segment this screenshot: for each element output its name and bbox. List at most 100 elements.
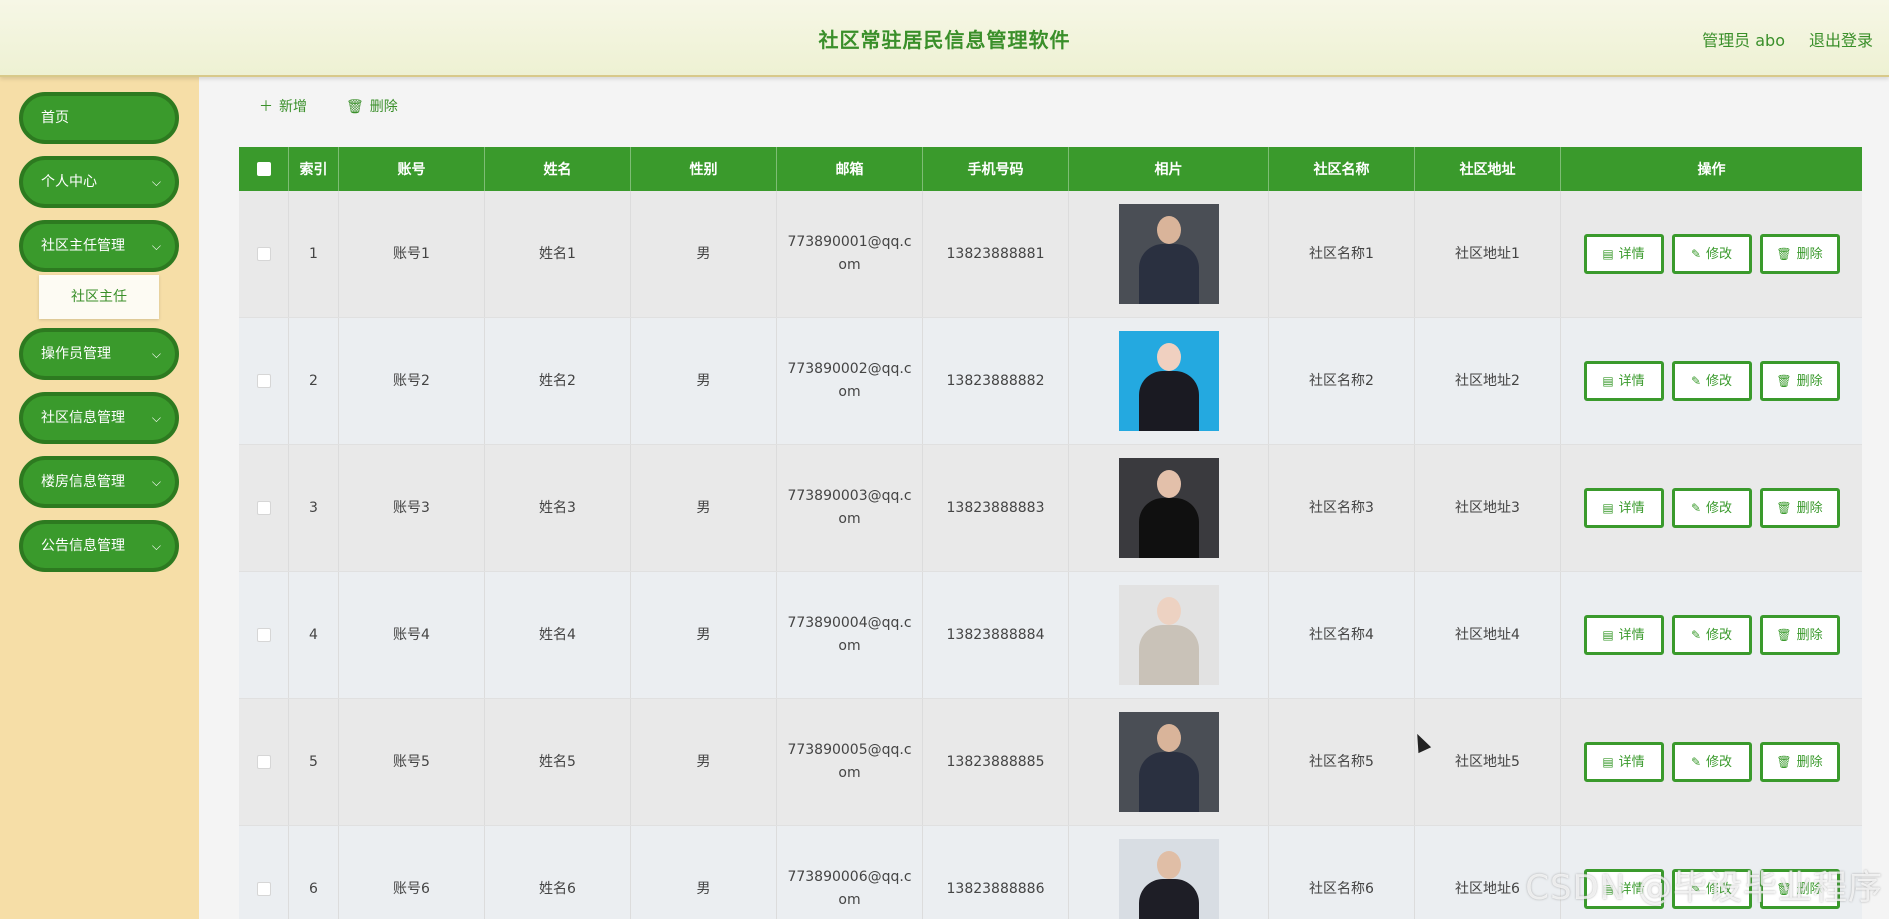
row-select-cell [239,445,289,571]
cell-email: 773890001@qq.com [777,191,923,317]
edit-button[interactable]: ✎ 修改 [1671,361,1752,401]
edit-button[interactable]: ✎ 修改 [1671,488,1752,528]
edit-label: 修改 [1706,500,1733,516]
sidebar-item-building-info[interactable]: 楼房信息管理 ⌵ [19,456,179,508]
document-icon: ▤ [1602,627,1614,642]
cell-email: 773890006@qq.com [777,826,923,919]
chevron-down-icon: ⌵ [151,475,161,489]
avatar [1118,331,1219,431]
table-row: 4 账号4 姓名4 男 773890004@qq.com 13823888884 社区名称4… [239,572,1862,699]
table-row: 2 账号2 姓名2 男 773890002@qq.com 13823888882 社区名称2… [239,318,1862,445]
sidebar-item-notice-info[interactable]: 公告信息管理 ⌵ [19,520,179,572]
cell-name: 姓名1 [485,191,631,317]
cell-name: 姓名2 [485,318,631,444]
column-header: 手机号码 [923,147,1069,191]
edit-label: 修改 [1706,754,1733,770]
cell-index: 6 [289,826,339,919]
row-select-cell [239,318,289,444]
edit-button[interactable]: ✎ 修改 [1671,234,1752,274]
edit-button[interactable]: ✎ 修改 [1671,615,1752,655]
row-checkbox[interactable] [256,628,271,642]
row-checkbox[interactable] [256,755,271,769]
chevron-down-icon: ⌵ [151,175,161,189]
row-checkbox[interactable] [256,247,271,261]
document-icon: ▤ [1602,373,1614,388]
cell-community: 社区名称2 [1269,318,1415,444]
email-text: 773890005@qq.com [787,742,912,781]
edit-label: 修改 [1706,246,1733,262]
avatar [1118,585,1219,685]
cell-photo [1069,318,1269,444]
pencil-icon: ✎ [1690,500,1702,515]
row-checkbox[interactable] [256,501,271,515]
table-row: 3 账号3 姓名3 男 773890003@qq.com 13823888883 社区名称3… [239,445,1862,572]
cell-name: 姓名6 [485,826,631,919]
table-header: 索引 账号 姓名 性别 邮箱 手机号码 相片 社区名称 社区地址 操作 [239,147,1862,191]
sidebar-item-director-management[interactable]: 社区主任管理 ⌵ [19,220,179,272]
detail-label: 详情 [1618,246,1645,262]
delete-button[interactable]: 🗑 删除 [1759,234,1840,274]
delete-button[interactable]: 🗑 删除 [1759,361,1840,401]
cell-account: 账号2 [339,318,485,444]
delete-button[interactable]: 🗑 删除 [1759,488,1840,528]
cell-address: 社区地址1 [1415,191,1561,317]
detail-button[interactable]: ▤ 详情 [1583,742,1664,782]
delete-button[interactable]: 🗑 删除 [1759,742,1840,782]
cell-gender: 男 [631,572,777,698]
detail-button[interactable]: ▤ 详情 [1583,488,1664,528]
cell-gender: 男 [631,191,777,317]
sidebar-item-personal-center[interactable]: 个人中心 ⌵ [19,156,179,208]
cell-photo [1069,699,1269,825]
cell-account: 账号6 [339,826,485,919]
add-button-label: 新增 [279,99,307,115]
avatar [1118,458,1219,558]
cell-actions: ▤ 详情 ✎ 修改 🗑 删除 [1561,699,1862,825]
detail-button[interactable]: ▤ 详情 [1583,615,1664,655]
email-text: 773890004@qq.com [787,615,912,654]
edit-button[interactable]: ✎ 修改 [1671,742,1752,782]
cell-email: 773890004@qq.com [777,572,923,698]
delete-label: 删除 [1796,373,1823,389]
sidebar-item-label: 个人中心 [41,174,97,190]
cell-name: 姓名5 [485,699,631,825]
cell-address: 社区地址4 [1415,572,1561,698]
cell-gender: 男 [631,699,777,825]
cell-gender: 男 [631,445,777,571]
sidebar-item-community-info[interactable]: 社区信息管理 ⌵ [19,392,179,444]
cell-community: 社区名称5 [1269,699,1415,825]
pencil-icon: ✎ [1690,754,1702,769]
delete-button[interactable]: 🗑 删除 [1759,615,1840,655]
submenu-item-director[interactable]: 社区主任 [39,275,159,319]
sidebar-item-label: 社区主任管理 [41,238,125,254]
batch-delete-button[interactable]: 🗑 删除 [346,96,398,116]
detail-label: 详情 [1618,627,1645,643]
trash-icon: 🗑 [1776,246,1792,261]
detail-button[interactable]: ▤ 详情 [1583,234,1664,274]
column-header: 姓名 [485,147,631,191]
avatar [1118,204,1219,304]
delete-button-label: 删除 [369,99,398,115]
sidebar-item-label: 首页 [41,110,69,126]
delete-label: 删除 [1796,754,1823,770]
cell-account: 账号1 [339,191,485,317]
chevron-down-icon: ⌵ [151,539,161,553]
trash-icon: 🗑 [1776,754,1792,769]
column-header: 账号 [339,147,485,191]
cell-actions: ▤ 详情 ✎ 修改 🗑 删除 [1561,572,1862,698]
sidebar-item-operator-management[interactable]: 操作员管理 ⌵ [19,328,179,380]
logout-link[interactable]: 退出登录 [1809,27,1873,51]
chevron-down-icon: ⌵ [151,239,161,253]
document-icon: ▤ [1602,246,1614,261]
cell-phone: 13823888883 [923,445,1069,571]
cell-name: 姓名3 [485,445,631,571]
add-button[interactable]: ＋ 新增 [259,96,307,116]
column-header: 社区名称 [1269,147,1415,191]
document-icon: ▤ [1602,500,1614,515]
app-title: 社区常驻居民信息管理软件 [818,28,1071,52]
select-all-checkbox[interactable] [256,162,271,176]
row-select-cell [239,826,289,919]
detail-button[interactable]: ▤ 详情 [1583,361,1664,401]
row-checkbox[interactable] [256,374,271,388]
row-checkbox[interactable] [256,882,271,896]
sidebar-item-home[interactable]: 首页 [19,92,179,144]
